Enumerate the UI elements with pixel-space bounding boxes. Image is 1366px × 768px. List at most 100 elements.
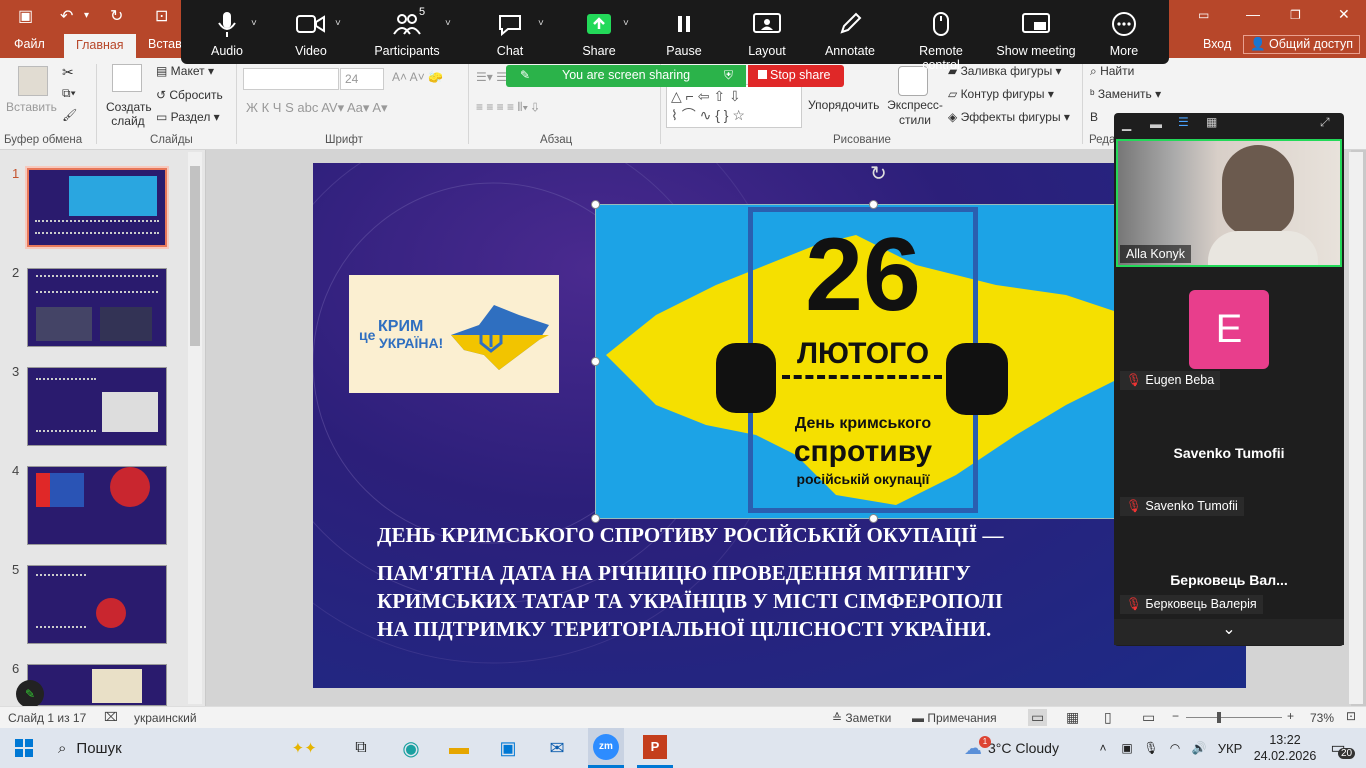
- expand-icon[interactable]: ⤢: [1320, 115, 1330, 130]
- weather-widget[interactable]: ☁ 3°C Cloudy: [964, 728, 1076, 768]
- undo-dropdown-icon[interactable]: ▾: [84, 10, 89, 21]
- zoom-level[interactable]: 73%: [1310, 711, 1334, 725]
- reset-button[interactable]: ↺ Сбросить: [156, 88, 223, 102]
- wifi-icon[interactable]: ◠: [1166, 728, 1184, 768]
- normal-view-icon[interactable]: ▭: [1028, 709, 1048, 726]
- input-language[interactable]: УКР: [1216, 728, 1244, 768]
- store-icon[interactable]: ▣: [492, 728, 524, 768]
- participant-tile-berkovets[interactable]: 🎙 Берковець Валерія: [1120, 595, 1263, 614]
- slideshow-icon[interactable]: ⊡: [155, 6, 168, 26]
- zoom-in-icon[interactable]: +: [1287, 709, 1294, 723]
- new-slide-icon[interactable]: [112, 64, 142, 92]
- tab-file[interactable]: Файл: [14, 37, 45, 51]
- microphone-tray-icon[interactable]: 🎙: [1142, 728, 1160, 768]
- layout-view-button[interactable]: Layout: [727, 6, 807, 58]
- slide-1[interactable]: це КРИМ УКРАЇНА! 26 ЛЮТОГО День кримсько…: [313, 163, 1246, 688]
- sorter-view-icon[interactable]: ▦: [1066, 709, 1079, 726]
- login-link[interactable]: Вход: [1203, 37, 1231, 51]
- slide-thumbnail-6[interactable]: [27, 664, 167, 706]
- file-explorer-icon[interactable]: ▬: [443, 728, 475, 768]
- scroll-down-chevron-icon[interactable]: ⌄: [1114, 619, 1344, 645]
- slide-body-text[interactable]: ДЕНЬ КРИМСЬКОГО СПРОТИВУ РОСІЙСЬКІЙ ОКУП…: [377, 521, 1097, 643]
- arrange-button[interactable]: Упорядочить: [808, 98, 879, 112]
- clock[interactable]: 13:22 24.02.2026: [1252, 728, 1318, 768]
- ribbon-display-icon[interactable]: ▭: [1198, 8, 1209, 22]
- gallery-view-icon[interactable]: ▦: [1206, 115, 1217, 129]
- font-name-field[interactable]: [243, 68, 339, 90]
- resize-handle[interactable]: [869, 200, 878, 209]
- language-status[interactable]: украинский: [134, 711, 197, 725]
- slide-thumbnail-1[interactable]: [25, 166, 169, 249]
- resistance-day-poster[interactable]: 26 ЛЮТОГО День кримського спротиву росій…: [595, 204, 1126, 519]
- edge-icon[interactable]: ◉: [395, 728, 427, 768]
- resize-handle[interactable]: [591, 200, 600, 209]
- comments-button[interactable]: ▬ Примечания: [912, 711, 997, 725]
- zoom-out-icon[interactable]: −: [1172, 709, 1179, 723]
- pin-icon[interactable]: ✎: [520, 68, 530, 82]
- minimize-icon[interactable]: —: [1246, 6, 1260, 22]
- layout-button[interactable]: ▤ Макет ▾: [156, 64, 214, 78]
- tray-chevron-icon[interactable]: ˄: [1094, 728, 1112, 768]
- tab-home[interactable]: Главная: [64, 34, 136, 58]
- resize-handle[interactable]: [591, 357, 600, 366]
- pause-button[interactable]: Pause: [644, 6, 724, 58]
- meet-now-icon[interactable]: ▣: [1118, 728, 1136, 768]
- annotate-button[interactable]: Annotate: [810, 6, 890, 58]
- shape-outline-button[interactable]: ▱ Контур фигуры ▾: [948, 87, 1054, 101]
- audio-button[interactable]: Audio: [187, 6, 267, 58]
- participant-tile-eugen[interactable]: 🎙 Eugen Beba: [1120, 371, 1221, 390]
- video-tile-alla-konyk[interactable]: Alla Konyk: [1116, 139, 1342, 267]
- more-button[interactable]: More: [1084, 6, 1164, 58]
- zoom-app-icon[interactable]: zm: [588, 728, 624, 768]
- minimize-panel-icon[interactable]: ▁: [1122, 117, 1131, 131]
- save-icon[interactable]: ▣: [18, 6, 33, 26]
- strip-view-icon[interactable]: ☰: [1178, 115, 1189, 129]
- notifications-icon[interactable]: ▭ 20: [1324, 728, 1356, 768]
- thumbnails-scrollbar[interactable]: [188, 152, 202, 704]
- rotate-handle-icon[interactable]: ↻: [870, 163, 887, 186]
- close-icon[interactable]: ✕: [1338, 6, 1350, 23]
- replace-button[interactable]: ᵇ Заменить ▾: [1090, 87, 1161, 101]
- spellcheck-icon[interactable]: ⌧: [104, 710, 118, 724]
- slideshow-view-icon[interactable]: ▭: [1142, 709, 1155, 726]
- share-options-icon[interactable]: ˅: [623, 18, 629, 29]
- annotation-pen-icon[interactable]: ✎: [16, 680, 44, 708]
- select-button[interactable]: В: [1090, 110, 1098, 124]
- canvas-scrollbar[interactable]: [1349, 152, 1363, 704]
- powerpoint-icon[interactable]: P: [637, 728, 673, 768]
- share-button[interactable]: Share: [559, 6, 639, 58]
- maximize-icon[interactable]: ❐: [1290, 8, 1301, 22]
- start-icon[interactable]: [8, 728, 40, 768]
- share-account-button[interactable]: 👤 Общий доступ: [1243, 35, 1361, 54]
- redo-icon[interactable]: ↻: [110, 6, 123, 26]
- volume-icon[interactable]: 🔊: [1190, 728, 1208, 768]
- zoom-slider-thumb[interactable]: [1217, 712, 1221, 723]
- fit-slide-icon[interactable]: ⊡: [1346, 709, 1356, 723]
- audio-options-icon[interactable]: ˅: [251, 18, 257, 29]
- task-view-icon[interactable]: ⧉: [345, 728, 377, 768]
- crimea-ukraine-logo[interactable]: це КРИМ УКРАЇНА!: [349, 275, 559, 393]
- paste-button[interactable]: Вставить: [6, 100, 57, 114]
- video-button[interactable]: Video: [271, 6, 351, 58]
- search-box[interactable]: ⌕ Пошук ✦✦: [46, 728, 336, 768]
- slide-thumbnail-2[interactable]: [27, 268, 167, 347]
- align-icons[interactable]: ≡ ≡ ≡ ≡ ⫴▾ ⇩: [476, 100, 538, 115]
- new-slide-button[interactable]: Создать слайд: [106, 100, 152, 128]
- video-options-icon[interactable]: ˅: [335, 18, 341, 29]
- font-grow-icon[interactable]: A˄ A˅ 🧽: [392, 70, 443, 84]
- section-button[interactable]: ▭ Раздел ▾: [156, 110, 220, 124]
- format-painter-icon[interactable]: 🖌: [62, 108, 77, 122]
- shape-effects-button[interactable]: ◈ Эффекты фигуры ▾: [948, 110, 1070, 124]
- speaker-view-icon[interactable]: ▬: [1150, 117, 1162, 131]
- outlook-icon[interactable]: ✉: [541, 728, 573, 768]
- participants-options-icon[interactable]: ˅: [445, 18, 451, 29]
- chat-button[interactable]: Chat: [470, 6, 550, 58]
- slide-thumbnail-5[interactable]: [27, 565, 167, 644]
- chat-options-icon[interactable]: ˅: [538, 18, 544, 29]
- shapes-gallery[interactable]: △ ⌐ ⇦ ⇧ ⇩ ⌇ ⌒ ∿ { } ☆: [666, 84, 802, 128]
- reading-view-icon[interactable]: ▯: [1104, 709, 1112, 726]
- find-button[interactable]: ⌕ Найти: [1090, 64, 1134, 79]
- cut-icon[interactable]: ✂: [62, 64, 74, 81]
- font-size-field[interactable]: 24: [340, 68, 384, 90]
- quick-styles-button[interactable]: Экспресс-стили: [882, 98, 948, 128]
